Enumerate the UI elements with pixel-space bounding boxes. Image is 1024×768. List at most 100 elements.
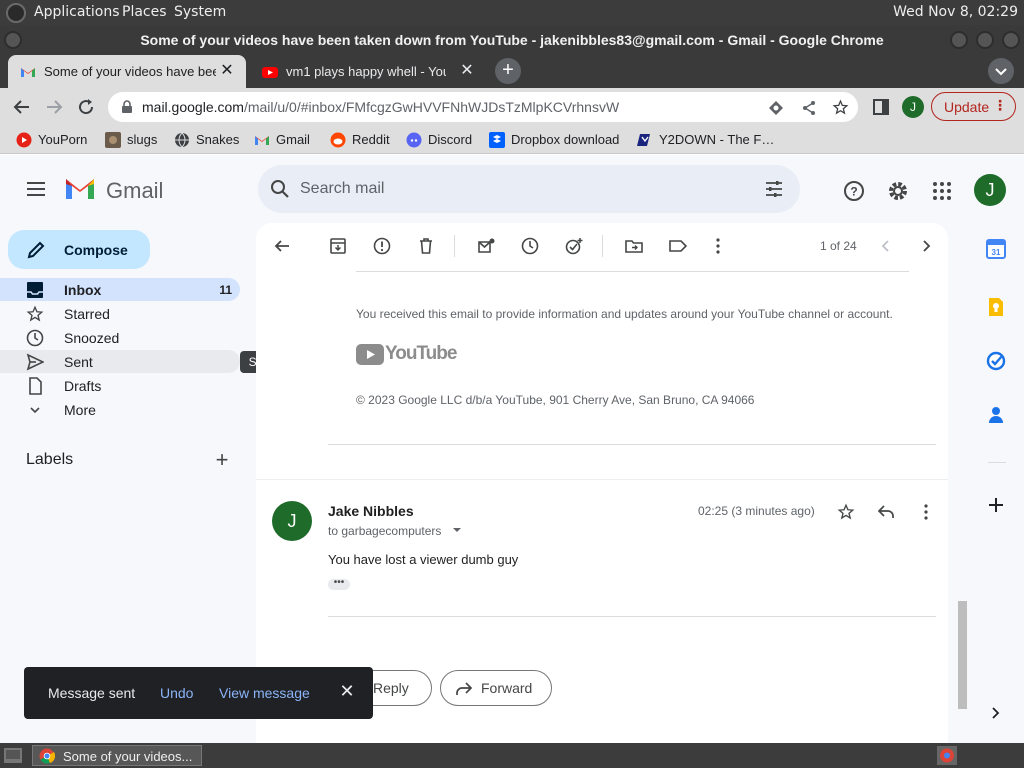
chevron-down-icon (995, 68, 1007, 76)
search-icon[interactable] (270, 179, 290, 199)
move-to-icon[interactable] (625, 237, 643, 255)
nav-item-more[interactable]: More (0, 398, 240, 421)
toolbar-divider (602, 235, 603, 257)
add-label-button[interactable]: + (212, 449, 232, 471)
update-label: Update (944, 99, 990, 115)
nav-item-sent[interactable]: Sent (0, 350, 240, 373)
youtube-logo-icon (356, 344, 384, 365)
new-tab-button[interactable]: + (495, 58, 521, 84)
apps-grid-icon[interactable] (931, 180, 953, 202)
snooze-clock-icon[interactable] (521, 237, 539, 255)
expand-side-panel-chevron-icon[interactable] (988, 705, 1004, 721)
gmail-icon (21, 68, 35, 77)
help-icon[interactable]: ? (843, 180, 865, 202)
sender-name[interactable]: Jake Nibbles (328, 503, 414, 519)
email-footer: © 2023 Google LLC d/b/a YouTube, 901 Che… (356, 393, 755, 407)
newer-chevron-left-icon[interactable] (877, 237, 895, 255)
back-to-inbox-icon[interactable] (273, 237, 291, 255)
star-icon (26, 305, 44, 322)
reload-icon[interactable] (76, 97, 96, 117)
add-task-icon[interactable] (565, 237, 583, 255)
tab-label: Some of your videos have been (44, 64, 216, 79)
nav-item-inbox[interactable]: Inbox 11 (0, 278, 240, 301)
window-maximize-button[interactable] (976, 31, 994, 49)
lock-icon[interactable] (120, 100, 134, 114)
chrome-tray-icon[interactable] (937, 746, 957, 765)
taskbar-chrome-window[interactable]: Some of your videos... (32, 745, 202, 766)
report-spam-icon[interactable] (373, 237, 391, 255)
contacts-icon[interactable] (986, 405, 1006, 425)
archive-icon[interactable] (329, 237, 347, 255)
window-close-button[interactable] (1002, 31, 1020, 49)
show-desktop-icon[interactable] (4, 748, 22, 763)
undo-link[interactable]: Undo (160, 685, 193, 701)
os-menu-places[interactable]: Places (122, 4, 167, 20)
tasks-icon[interactable] (986, 351, 1006, 371)
youtube-icon (262, 67, 278, 78)
back-icon[interactable] (12, 97, 32, 117)
close-icon[interactable]: ✕ (337, 681, 357, 701)
tab-close-icon[interactable]: ✕ (218, 62, 236, 80)
search-bar[interactable]: Search mail (258, 165, 800, 213)
chevron-down-icon (30, 407, 40, 414)
page-count: 1 of 24 (820, 239, 857, 253)
search-options-icon[interactable] (764, 179, 784, 199)
gmail-logo-icon[interactable] (64, 175, 96, 201)
snackbar-message: Message sent (48, 685, 136, 701)
tab-label: vm1 plays happy whell - YouTube (286, 64, 446, 79)
toolbar-divider (454, 235, 455, 257)
older-chevron-right-icon[interactable] (917, 237, 935, 255)
main-menu-icon[interactable] (25, 181, 47, 197)
youtube-wordmark: YouTube (385, 343, 457, 364)
mark-unread-icon[interactable] (477, 237, 495, 255)
show-trimmed-content-button[interactable]: ••• (328, 578, 350, 590)
settings-gear-icon[interactable] (887, 180, 909, 202)
tab-youtube[interactable]: vm1 plays happy whell - YouTube ✕ (250, 55, 488, 88)
compose-button[interactable]: Compose (8, 230, 150, 269)
os-clock[interactable]: Wed Nov 8, 02:29 (893, 4, 1018, 20)
os-menu-system[interactable]: System (174, 4, 226, 20)
tab-search-button[interactable] (988, 58, 1014, 84)
forward-button[interactable]: Forward (440, 670, 552, 706)
account-avatar[interactable]: J (974, 174, 1006, 206)
star-message-icon[interactable] (837, 503, 855, 521)
nav-item-drafts[interactable]: Drafts (0, 374, 240, 397)
os-top-panel: Applications Places System Wed Nov 8, 02… (0, 0, 1024, 25)
sender-avatar[interactable]: J (272, 501, 312, 541)
nav-item-snoozed[interactable]: Snoozed (0, 326, 240, 349)
more-vert-icon[interactable] (709, 237, 727, 255)
search-input[interactable]: Search mail (300, 180, 384, 198)
recipient-details-chevron-icon[interactable] (452, 525, 462, 535)
update-button[interactable]: Update ⋮ (931, 92, 1016, 121)
delete-icon[interactable] (417, 237, 435, 255)
forward-icon[interactable] (44, 97, 64, 117)
bookmark-star-icon[interactable] (832, 99, 849, 116)
calendar-icon[interactable]: 31 (986, 239, 1006, 259)
address-bar[interactable]: mail.google.com/mail/u/0/#inbox/FMfcgzGw… (108, 92, 858, 122)
reply-label: Reply (373, 680, 409, 696)
window-minimize-button[interactable] (950, 31, 968, 49)
os-menu-applications[interactable]: Applications (34, 4, 120, 20)
share-icon[interactable] (801, 100, 817, 116)
tab-strip: Some of your videos have been ✕ vm1 play… (0, 55, 1024, 88)
reddit-icon (330, 132, 346, 148)
reply-icon[interactable] (877, 503, 895, 521)
keep-icon[interactable] (986, 297, 1006, 317)
label-icon[interactable] (669, 237, 687, 255)
tab-close-icon[interactable]: ✕ (458, 62, 476, 80)
nav-item-starred[interactable]: Starred (0, 302, 240, 325)
svg-text:31: 31 (992, 248, 1001, 257)
message-more-icon[interactable] (917, 503, 935, 521)
profile-avatar[interactable]: J (902, 96, 924, 118)
window-title: Some of your videos have been taken down… (140, 32, 884, 48)
side-panel-icon[interactable] (871, 97, 891, 117)
scrollbar-thumb[interactable] (958, 601, 967, 709)
forward-label: Forward (481, 680, 533, 696)
get-addons-plus-icon[interactable] (986, 495, 1006, 515)
tab-gmail[interactable]: Some of your videos have been ✕ (8, 55, 246, 88)
os-logo-icon[interactable] (6, 3, 26, 23)
gmail-icon (255, 136, 269, 145)
view-message-link[interactable]: View message (219, 685, 310, 701)
extension-icon[interactable] (768, 100, 784, 116)
message-body: You have lost a viewer dumb guy (328, 552, 519, 567)
